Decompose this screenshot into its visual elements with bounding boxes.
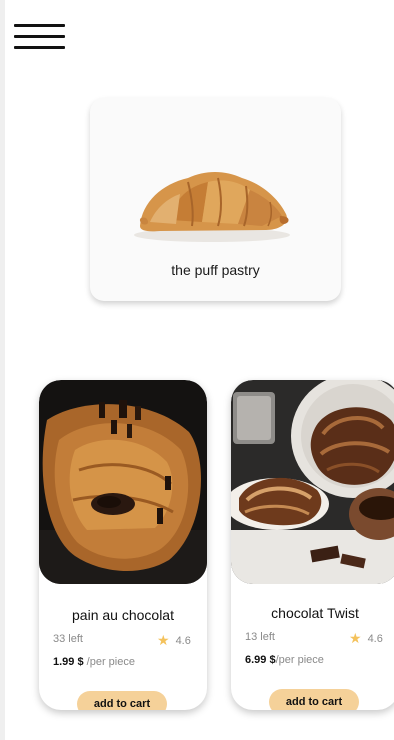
- price-unit: /per piece: [275, 654, 324, 666]
- product-page: the puff pastry pain au chocolat 33 left…: [0, 0, 394, 740]
- rating-value: 4.6: [367, 633, 383, 645]
- chocolate-twist-image: [231, 380, 394, 584]
- price-value: 1.99 $: [53, 656, 84, 668]
- price-value: 6.99 $: [245, 654, 276, 666]
- product-name: pain au chocolat: [72, 607, 174, 623]
- stock-count: 33 left: [53, 633, 83, 645]
- rating-value: 4.6: [175, 635, 191, 647]
- product-card[interactable]: pain au chocolat 33 left ★ 4.6 1.99 $ /pe…: [39, 380, 207, 710]
- pain-au-chocolat-image: [39, 380, 207, 584]
- stock-count: 13 left: [245, 631, 275, 643]
- product-price: 6.99 $/per piece: [245, 654, 324, 666]
- menu-bar: [14, 35, 65, 38]
- featured-category-label: the puff pastry: [171, 262, 260, 278]
- star-icon: ★: [157, 632, 170, 648]
- menu-bar: [14, 46, 65, 49]
- add-to-cart-button[interactable]: add to cart: [77, 691, 167, 710]
- featured-category-card[interactable]: the puff pastry: [90, 98, 341, 301]
- product-name: chocolat Twist: [271, 605, 359, 621]
- price-unit: /per piece: [86, 656, 135, 668]
- product-price: 1.99 $ /per piece: [53, 656, 135, 668]
- add-to-cart-button[interactable]: add to cart: [269, 689, 359, 710]
- hamburger-menu-icon[interactable]: [14, 24, 66, 52]
- croissant-image: [134, 172, 290, 242]
- menu-bar: [14, 24, 65, 27]
- product-rating: ★ 4.6: [349, 630, 383, 647]
- left-rail: [0, 0, 5, 740]
- product-rating: ★ 4.6: [157, 632, 191, 649]
- star-icon: ★: [349, 630, 362, 646]
- product-card[interactable]: chocolat Twist 13 left ★ 4.6 6.99 $/per p…: [231, 380, 394, 710]
